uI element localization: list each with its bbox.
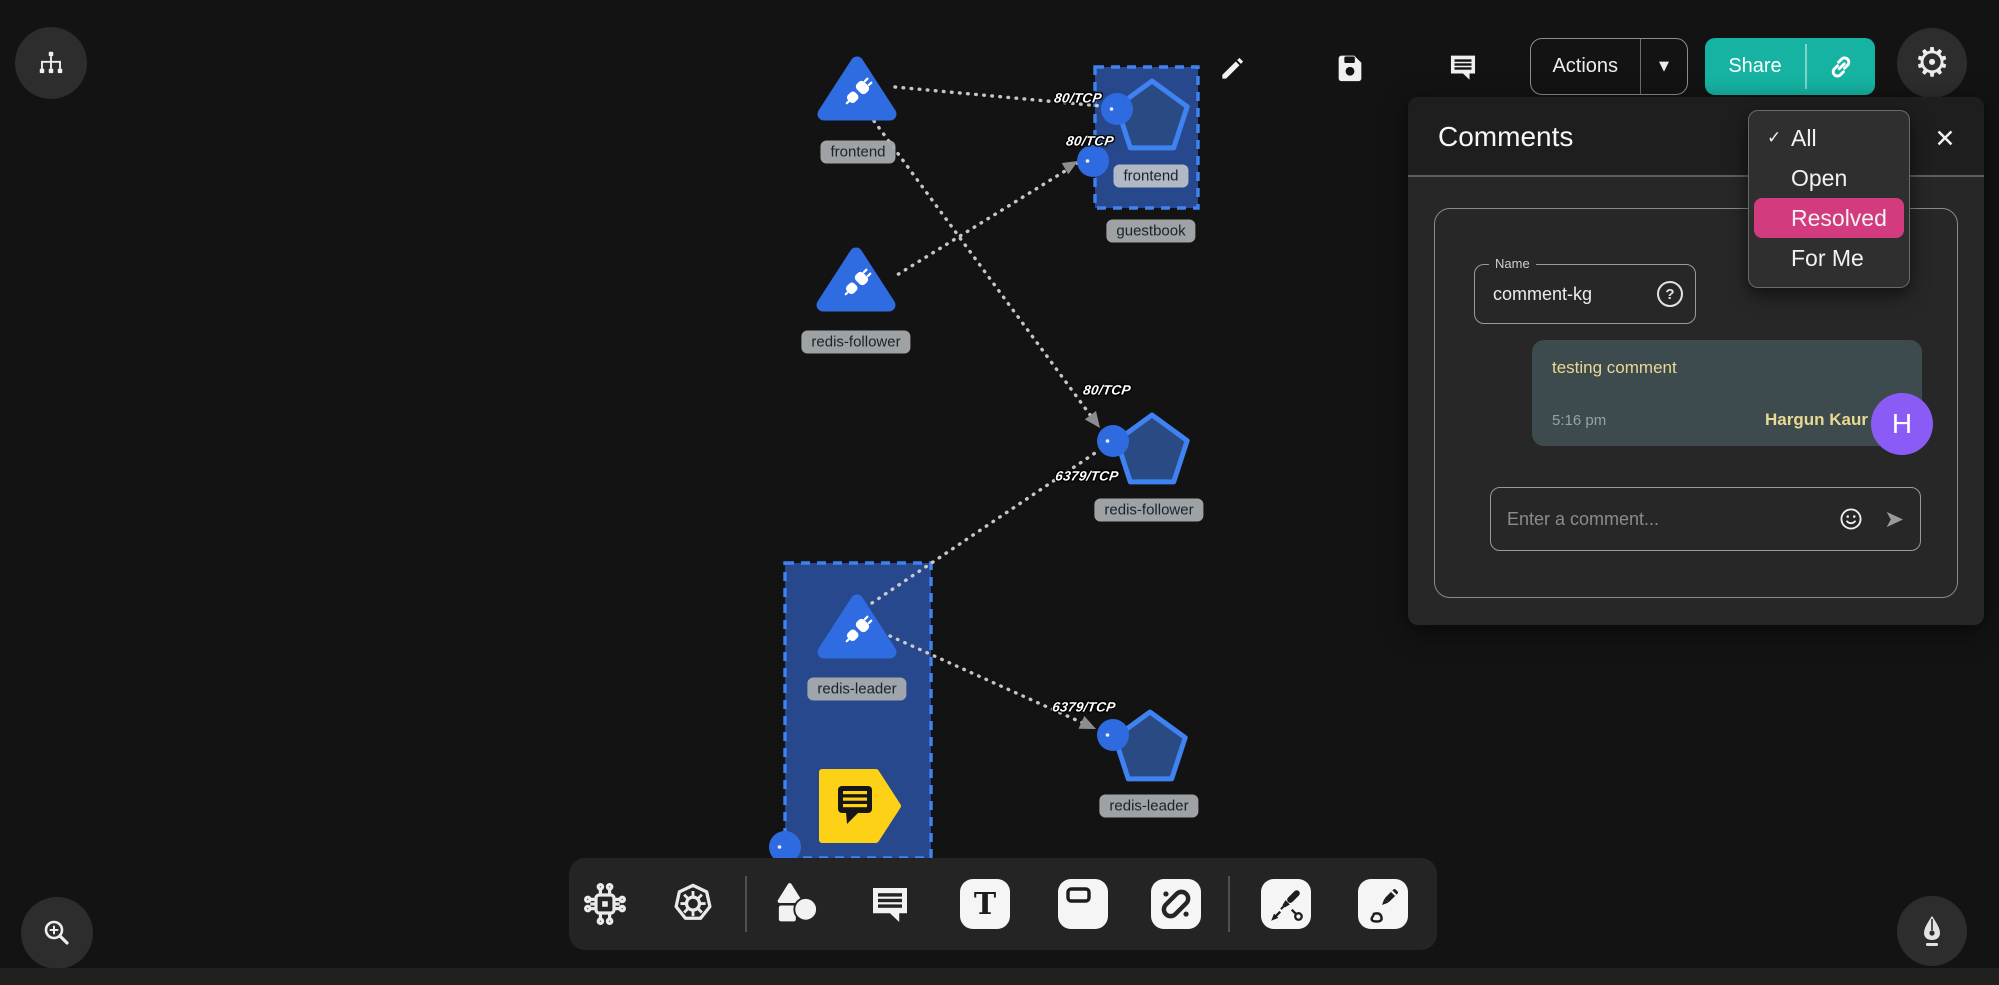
port-guestbook-80[interactable] bbox=[1101, 93, 1133, 125]
pen-path-tool[interactable] bbox=[1261, 879, 1311, 929]
actions-button[interactable]: Actions ▼ bbox=[1530, 38, 1688, 95]
label-service-frontend: frontend bbox=[820, 141, 895, 164]
edge-label-6379-tcp-2: 6379/TCP bbox=[1051, 700, 1116, 715]
comment-text: testing comment bbox=[1552, 358, 1902, 378]
actions-label: Actions bbox=[1531, 39, 1640, 94]
filter-option-all[interactable]: ✓ All bbox=[1749, 118, 1909, 158]
check-icon: ✓ bbox=[1767, 128, 1781, 148]
filter-option-for-me[interactable]: For Me bbox=[1749, 238, 1909, 278]
hierarchy-view-button[interactable] bbox=[15, 27, 87, 99]
comment-tool[interactable] bbox=[866, 880, 914, 928]
chain-link-icon bbox=[1151, 879, 1201, 929]
frame-tool[interactable] bbox=[1058, 879, 1108, 929]
send-icon: ➤ bbox=[1884, 505, 1904, 533]
pencil-scribble-icon bbox=[1358, 879, 1408, 929]
label-workload-redis-leader: redis-leader bbox=[1099, 795, 1198, 818]
filter-option-resolved[interactable]: Resolved bbox=[1754, 198, 1904, 238]
scribble-tool[interactable] bbox=[1358, 879, 1408, 929]
pen-nib-icon bbox=[1914, 913, 1950, 949]
close-icon: ✕ bbox=[1935, 124, 1956, 153]
pen-tool-button[interactable] bbox=[1897, 896, 1967, 966]
node-service-redis-follower[interactable] bbox=[823, 254, 889, 305]
comment-meta: 5:16 pm Hargun Kaur bbox=[1552, 410, 1868, 430]
filter-option-label: Resolved bbox=[1791, 205, 1887, 232]
copy-link-button[interactable] bbox=[1807, 38, 1876, 95]
caret-down-icon: ▼ bbox=[1659, 59, 1669, 74]
circuit-icon bbox=[581, 880, 629, 928]
bottom-band bbox=[0, 968, 1999, 985]
share-button[interactable]: Share bbox=[1705, 38, 1875, 95]
port-redis-leader[interactable] bbox=[1097, 719, 1129, 751]
settings-button[interactable]: ⚙ bbox=[1897, 28, 1967, 98]
zoom-button[interactable] bbox=[21, 897, 93, 969]
label-workload-redis-follower: redis-follower bbox=[1094, 499, 1203, 522]
edge-label-6379-tcp-1: 6379/TCP bbox=[1054, 469, 1119, 484]
text-glyph: T bbox=[974, 887, 996, 922]
label-workload-frontend: frontend bbox=[1113, 165, 1188, 188]
label-group-guestbook: guestbook bbox=[1106, 220, 1195, 243]
toolbar-divider bbox=[745, 876, 747, 932]
name-field-value: comment-kg bbox=[1493, 265, 1592, 323]
filter-option-label: Open bbox=[1791, 165, 1847, 192]
comment-item[interactable]: testing comment 5:16 pm Hargun Kaur bbox=[1532, 340, 1922, 446]
edge-arrowheads bbox=[1062, 161, 1100, 729]
node-workload-redis-follower[interactable] bbox=[1117, 415, 1187, 482]
diagram-app: frontend redis-follower redis-leader fro… bbox=[0, 0, 1999, 985]
toolbar-divider bbox=[1228, 876, 1230, 932]
emoji-button[interactable] bbox=[1834, 505, 1868, 533]
gear-icon: ⚙ bbox=[1914, 43, 1950, 83]
save-button[interactable] bbox=[1331, 48, 1369, 86]
edge-label-80-tcp-2: 80/TCP bbox=[1065, 134, 1115, 149]
frame-icon bbox=[1058, 879, 1108, 929]
link-icon bbox=[1826, 52, 1856, 82]
resources-tool[interactable] bbox=[581, 880, 629, 928]
comment-input[interactable] bbox=[1491, 509, 1834, 530]
share-label: Share bbox=[1705, 38, 1805, 95]
port-redis-follower[interactable] bbox=[1097, 425, 1129, 457]
comment-time: 5:16 pm bbox=[1552, 412, 1606, 429]
comment-composer: ➤ bbox=[1490, 487, 1921, 551]
filter-option-label: For Me bbox=[1791, 245, 1864, 272]
text-icon: T bbox=[960, 879, 1010, 929]
comment-icon bbox=[866, 880, 914, 928]
avatar: H bbox=[1871, 393, 1933, 455]
shapes-tool[interactable] bbox=[772, 878, 824, 930]
comments-filter-menu: ✓ All Open Resolved For Me bbox=[1748, 110, 1910, 288]
connector-tool[interactable] bbox=[1151, 879, 1201, 929]
comment-author: Hargun Kaur bbox=[1765, 410, 1868, 430]
edge-label-80-tcp-1: 80/TCP bbox=[1053, 91, 1103, 106]
comment-icon bbox=[1446, 50, 1480, 84]
save-icon bbox=[1333, 50, 1367, 84]
node-service-frontend[interactable] bbox=[824, 63, 890, 114]
tree-icon bbox=[36, 48, 66, 78]
label-service-redis-follower: redis-follower bbox=[801, 331, 910, 354]
kubernetes-icon bbox=[667, 878, 719, 930]
pencil-icon bbox=[1217, 52, 1249, 84]
label-service-redis-leader: redis-leader bbox=[807, 678, 906, 701]
shapes-icon bbox=[772, 878, 824, 930]
filter-option-open[interactable]: Open bbox=[1749, 158, 1909, 198]
port-guestbook-80b[interactable] bbox=[1077, 145, 1109, 177]
help-icon[interactable]: ? bbox=[1657, 281, 1683, 307]
comments-toggle-button[interactable] bbox=[1444, 48, 1482, 86]
kubernetes-tool[interactable] bbox=[667, 878, 719, 930]
close-panel-button[interactable]: ✕ bbox=[1928, 121, 1962, 155]
text-tool[interactable]: T bbox=[960, 879, 1010, 929]
send-comment-button[interactable]: ➤ bbox=[1868, 505, 1920, 533]
filter-option-label: All bbox=[1791, 125, 1817, 152]
zoom-in-icon bbox=[39, 915, 75, 951]
actions-caret-button[interactable]: ▼ bbox=[1641, 39, 1687, 94]
smiley-icon bbox=[1837, 505, 1865, 533]
panel-title: Comments bbox=[1438, 97, 1573, 177]
shape-toolbar: T bbox=[569, 858, 1437, 950]
name-field[interactable]: Name comment-kg ? bbox=[1474, 264, 1696, 324]
edge-redis-follower-svc-to-guestbook[interactable] bbox=[897, 163, 1078, 275]
pen-path-icon bbox=[1261, 879, 1311, 929]
node-workload-redis-leader[interactable] bbox=[1115, 712, 1185, 779]
edit-button[interactable] bbox=[1214, 49, 1252, 87]
edge-label-80-tcp-3: 80/TCP bbox=[1082, 383, 1132, 398]
